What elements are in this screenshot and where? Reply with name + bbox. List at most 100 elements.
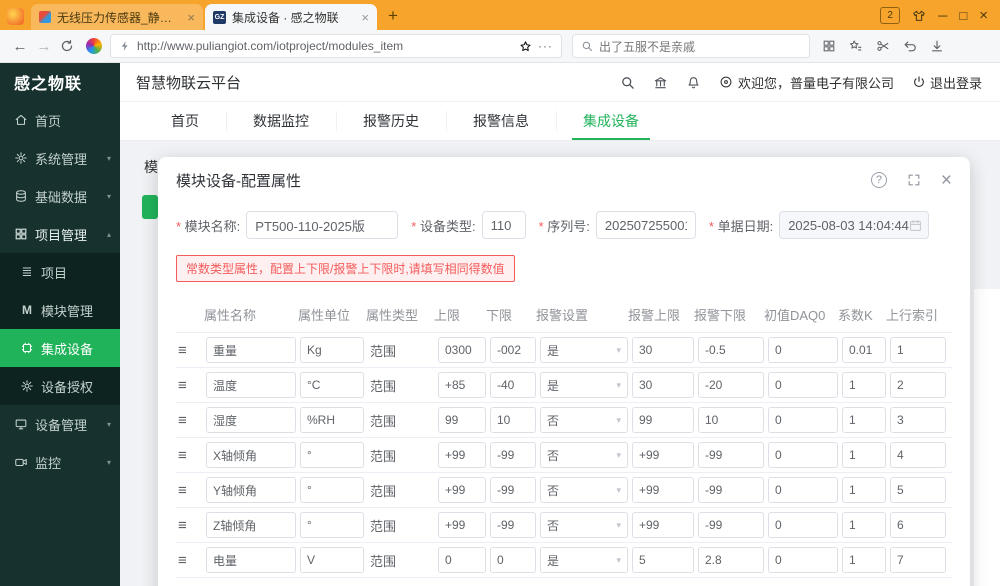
attr-name-input[interactable] [206, 547, 296, 573]
coefficient-k-input[interactable] [842, 337, 886, 363]
attr-unit-input[interactable] [300, 337, 364, 363]
sidebar-item-project-mgmt[interactable]: 项目管理 ▴ [0, 215, 120, 253]
attr-name-input[interactable] [206, 512, 296, 538]
back-button[interactable]: ← [8, 38, 32, 55]
uplink-index-input[interactable] [890, 547, 946, 573]
device-type-input[interactable] [481, 211, 526, 239]
alarm-upper-input[interactable] [632, 477, 694, 503]
coefficient-k-input[interactable] [842, 372, 886, 398]
lower-limit-input[interactable] [490, 512, 536, 538]
init-daq0-input[interactable] [768, 372, 838, 398]
download-icon[interactable] [930, 39, 944, 53]
uplink-index-input[interactable] [890, 337, 946, 363]
attr-unit-input[interactable] [300, 477, 364, 503]
alarm-setting-select[interactable]: 否 ▾ [540, 477, 628, 503]
init-daq0-input[interactable] [768, 337, 838, 363]
uplink-index-input[interactable] [890, 442, 946, 468]
lower-limit-input[interactable] [490, 477, 536, 503]
tab-integrated-device[interactable]: 集成设备 [556, 102, 666, 140]
undo-icon[interactable] [903, 39, 917, 53]
lower-limit-input[interactable] [490, 442, 536, 468]
minimize-button[interactable]: ─ [938, 9, 947, 22]
sidebar-item-device-auth[interactable]: 设备授权 [0, 367, 120, 405]
init-daq0-input[interactable] [768, 442, 838, 468]
new-tab-button[interactable]: + [381, 4, 405, 28]
uplink-index-input[interactable] [890, 407, 946, 433]
tab-alarm-history[interactable]: 报警历史 [336, 102, 446, 140]
maximize-button[interactable]: □ [959, 9, 967, 22]
tab-data-monitor[interactable]: 数据监控 [226, 102, 336, 140]
alarm-lower-input[interactable] [698, 442, 764, 468]
lower-limit-input[interactable] [490, 407, 536, 433]
attr-unit-input[interactable] [300, 442, 364, 468]
uplink-index-input[interactable] [890, 477, 946, 503]
coefficient-k-input[interactable] [842, 547, 886, 573]
alarm-lower-input[interactable] [698, 477, 764, 503]
upper-limit-input[interactable] [438, 547, 486, 573]
bank-icon[interactable] [653, 75, 668, 90]
serial-number-input[interactable] [595, 211, 696, 239]
bookmark-star-icon[interactable] [519, 40, 532, 53]
attr-name-input[interactable] [206, 442, 296, 468]
init-daq0-input[interactable] [768, 477, 838, 503]
alarm-setting-select[interactable]: 否 ▾ [540, 407, 628, 433]
alarm-setting-select[interactable]: 否 ▾ [540, 442, 628, 468]
coefficient-k-input[interactable] [842, 477, 886, 503]
upper-limit-input[interactable] [438, 442, 486, 468]
browser-tab-1[interactable]: 无线压力传感器_静力水准仪... × [31, 4, 203, 30]
module-name-input[interactable] [246, 211, 399, 239]
alarm-upper-input[interactable] [632, 512, 694, 538]
tab-close-icon[interactable]: × [187, 11, 195, 24]
ai-assistant-icon[interactable] [86, 38, 102, 54]
dialog-close-icon[interactable]: × [941, 171, 952, 190]
alarm-setting-select[interactable]: 是 ▾ [540, 337, 628, 363]
upper-limit-input[interactable] [438, 512, 486, 538]
drag-handle-icon[interactable]: ≡ [176, 447, 202, 464]
attr-unit-input[interactable] [300, 372, 364, 398]
lower-limit-input[interactable] [490, 372, 536, 398]
sidebar-item-monitor[interactable]: 监控 ▾ [0, 443, 120, 481]
alarm-lower-input[interactable] [698, 372, 764, 398]
refresh-button[interactable] [60, 39, 74, 53]
fullscreen-icon[interactable] [907, 173, 921, 187]
lower-limit-input[interactable] [490, 547, 536, 573]
uplink-index-input[interactable] [890, 372, 946, 398]
favorites-icon[interactable] [849, 39, 863, 53]
attr-unit-input[interactable] [300, 407, 364, 433]
skin-icon[interactable] [912, 9, 926, 23]
drag-handle-icon[interactable]: ≡ [176, 412, 202, 429]
attr-unit-input[interactable] [300, 547, 364, 573]
coefficient-k-input[interactable] [842, 512, 886, 538]
url-box[interactable]: http://www.puliangiot.com/iotproject/mod… [110, 34, 562, 58]
sidebar-item-project[interactable]: ≣ 项目 [0, 253, 120, 291]
sidebar-item-basic-data[interactable]: 基础数据 ▾ [0, 177, 120, 215]
sidebar-item-integrated-device[interactable]: 集成设备 [0, 329, 120, 367]
drag-handle-icon[interactable]: ≡ [176, 482, 202, 499]
init-daq0-input[interactable] [768, 407, 838, 433]
drag-handle-icon[interactable]: ≡ [176, 517, 202, 534]
sidebar-item-system-mgmt[interactable]: 系统管理 ▾ [0, 139, 120, 177]
search-icon[interactable] [620, 75, 635, 90]
drag-handle-icon[interactable]: ≡ [176, 377, 202, 394]
help-icon[interactable]: ? [870, 172, 887, 188]
forward-button[interactable]: → [32, 38, 56, 55]
attr-name-input[interactable] [206, 407, 296, 433]
more-options-icon[interactable]: ··· [538, 39, 553, 53]
coefficient-k-input[interactable] [842, 442, 886, 468]
sidebar-item-module-mgmt[interactable]: M 模块管理 [0, 291, 120, 329]
browser-tab-2[interactable]: GZ 集成设备 · 感之物联 × [205, 4, 377, 30]
alarm-setting-select[interactable]: 是 ▾ [540, 372, 628, 398]
init-daq0-input[interactable] [768, 547, 838, 573]
upper-limit-input[interactable] [438, 477, 486, 503]
screenshot-scissors-icon[interactable] [876, 39, 890, 53]
alarm-upper-input[interactable] [632, 547, 694, 573]
sidebar-item-home[interactable]: 首页 [0, 101, 120, 139]
attr-name-input[interactable] [206, 372, 296, 398]
apps-grid-icon[interactable] [822, 39, 836, 53]
drag-handle-icon[interactable]: ≡ [176, 552, 202, 569]
alarm-upper-input[interactable] [632, 372, 694, 398]
attr-name-input[interactable] [206, 477, 296, 503]
tab-home[interactable]: 首页 [144, 102, 226, 140]
window-close-button[interactable]: × [979, 8, 988, 23]
sidebar-item-device-mgmt[interactable]: 设备管理 ▾ [0, 405, 120, 443]
